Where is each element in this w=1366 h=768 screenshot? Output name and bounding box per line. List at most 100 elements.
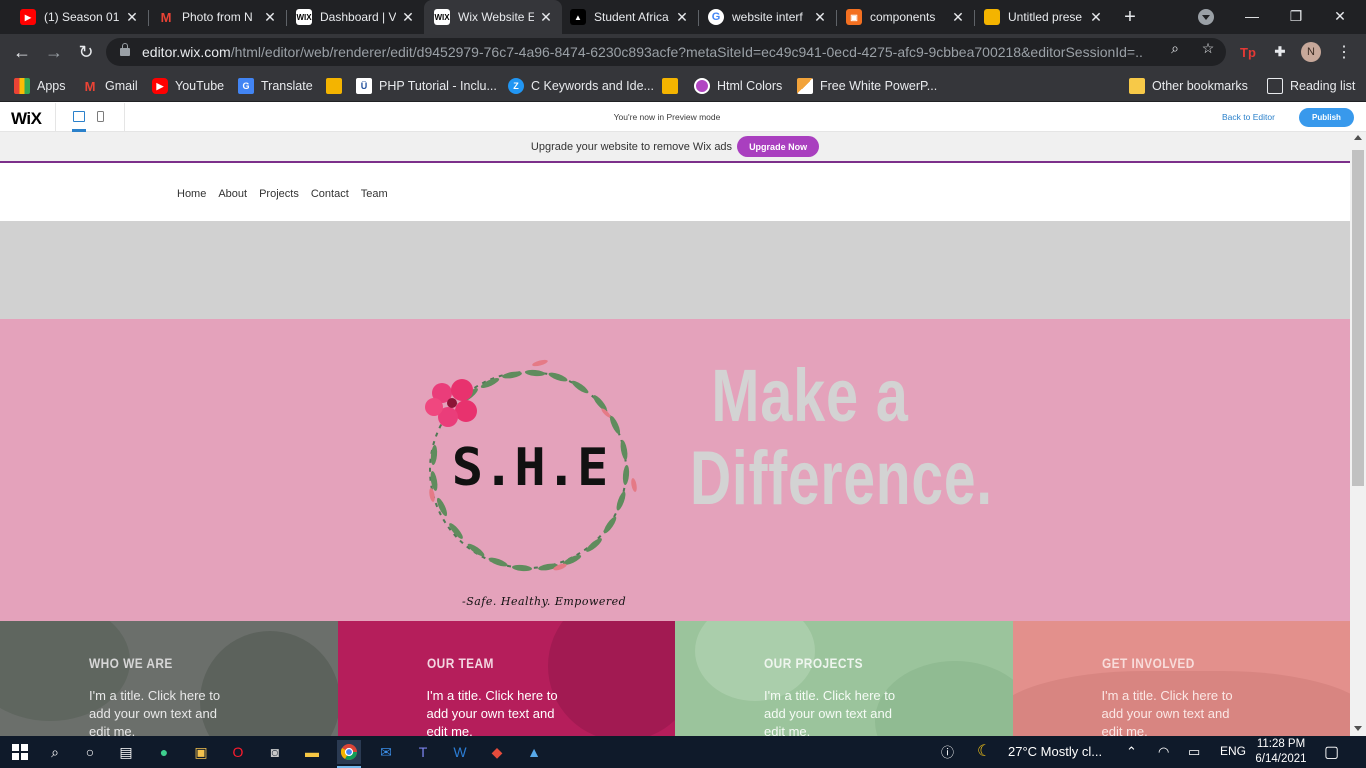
address-bar[interactable]: editor.wix.com/html/editor/web/renderer/… [106,38,1226,66]
photos-icon[interactable]: ▲ [522,740,546,764]
bookmark-label: Gmail [105,79,138,93]
browser-tab[interactable]: Untitled prese ✕ [964,0,1112,34]
scroll-thumb[interactable] [1352,150,1364,486]
page-scrollbar[interactable] [1350,132,1366,736]
windows-start-icon[interactable] [8,740,32,764]
forward-arrow-icon[interactable]: → [42,40,66,64]
chrome-menu-icon[interactable]: ⋮ [1336,42,1352,62]
browser-toolbar: ← → ↻ editor.wix.com/html/editor/web/ren… [0,34,1366,70]
reading-list[interactable]: Reading list [1267,76,1355,96]
browser-tab[interactable]: WIX Dashboard | V ✕ [276,0,424,34]
help-icon[interactable]: ⓘ [941,742,954,761]
bookmark-php-tutorial[interactable]: Ü PHP Tutorial - Inclu... [356,76,497,96]
star-icon[interactable]: ☆ [1200,40,1216,56]
task-view-icon[interactable]: ▤ [114,740,138,764]
bookmark-c-keywords[interactable]: Z C Keywords and Ide... [508,76,654,96]
url-text[interactable]: editor.wix.com/html/editor/web/renderer/… [142,44,1142,60]
headline-line-2: Difference. [690,436,993,521]
back-arrow-icon[interactable]: ← [10,40,34,64]
mail-icon[interactable]: ✉ [374,740,398,764]
she-wreath-logo: S.H.E [425,359,637,572]
nav-team[interactable]: Team [361,188,388,200]
close-icon[interactable]: ✕ [1088,9,1104,25]
bookmark-gmail[interactable]: M Gmail [82,76,138,96]
app-icon[interactable]: ◆ [485,740,509,764]
nav-projects[interactable]: Projects [259,188,299,200]
folder-icon [1129,78,1145,94]
search-icon[interactable]: ⌕ [43,740,67,764]
minimize-icon[interactable]: — [1230,0,1274,32]
teams-icon[interactable]: T [411,740,435,764]
mobile-view-icon[interactable] [97,111,104,122]
bookmark-classroom[interactable] [326,76,349,96]
word-icon[interactable]: W [448,740,472,764]
extensions-puzzle-icon[interactable]: ✚ [1270,42,1290,62]
weather-moon-icon[interactable]: ☾ [977,741,991,761]
apps-grid-icon [14,78,30,94]
wix-icon: WIX [296,9,312,25]
extension-tp-icon[interactable]: Tp [1238,42,1258,62]
browser-tab[interactable]: ▶ (1) Season 01 ✕ [0,0,148,34]
language-indicator[interactable]: ENG [1220,744,1246,758]
nav-about[interactable]: About [218,188,247,200]
desktop-view-icon[interactable] [73,111,85,122]
cortana-icon[interactable]: ○ [78,740,102,764]
reload-icon[interactable]: ↻ [74,40,98,64]
bookmark-powerpoint[interactable]: Free White PowerP... [797,76,937,96]
bookmark-html-colors[interactable]: Html Colors [694,76,782,96]
html-colors-icon [694,78,710,94]
tab-title: Untitled prese [1008,10,1083,24]
tray-chevron-icon[interactable]: ⌃ [1126,744,1137,760]
wifi-icon[interactable]: ◠ [1158,744,1169,760]
tab-title: components [870,10,936,24]
bookmark-translate[interactable]: G Translate [238,76,313,96]
camera-icon[interactable]: ◙ [263,740,287,764]
file-explorer-icon[interactable]: ▬ [300,740,324,764]
other-bookmarks[interactable]: Other bookmarks [1129,76,1248,96]
window-close-icon[interactable]: ✕ [1318,0,1362,32]
nav-contact[interactable]: Contact [311,188,349,200]
card-our-team[interactable]: OUR TEAM I'm a title. Click here to add … [337,621,675,736]
edge-icon[interactable]: ● [152,740,176,764]
publish-button[interactable]: Publish [1299,108,1354,127]
bookmark-apps[interactable]: Apps [14,76,66,96]
browser-tab[interactable]: G website interf ✕ [688,0,836,34]
c-keywords-icon: Z [508,78,524,94]
browser-tab[interactable]: ▲ Student Africa ✕ [550,0,698,34]
bookmark-label: Apps [37,79,66,93]
zoom-search-icon[interactable]: ⌕ [1167,40,1183,56]
store-icon[interactable]: ▣ [189,740,213,764]
browser-tab[interactable]: ▣ components ✕ [826,0,974,34]
browser-tab[interactable]: M Photo from N ✕ [138,0,286,34]
reading-list-label: Reading list [1290,79,1356,93]
scroll-up-arrow-icon[interactable] [1354,135,1362,140]
lock-icon [120,43,130,56]
upgrade-now-button[interactable]: Upgrade Now [737,136,820,157]
youtube-icon: ▶ [20,9,36,25]
browser-tab-active[interactable]: WIX Wix Website E ✕ [424,0,562,34]
tab-search-icon[interactable] [1198,9,1214,25]
bookmark-label: C Keywords and Ide... [531,79,654,93]
student-icon: ▲ [570,9,586,25]
back-to-editor-link[interactable]: Back to Editor [1222,112,1275,122]
close-icon[interactable]: ✕ [400,9,416,25]
weather-text[interactable]: 27°C Mostly cl... [1008,744,1102,759]
card-get-involved[interactable]: GET INVOLVED I'm a title. Click here to … [1012,621,1350,736]
profile-avatar[interactable]: N [1301,42,1321,62]
bookmark-youtube[interactable]: ▶ YouTube [152,76,224,96]
card-who-we-are[interactable]: WHO WE ARE I'm a title. Click here to ad… [0,621,338,736]
bookmark-classroom-2[interactable] [662,76,685,96]
restore-icon[interactable]: ❐ [1274,0,1318,32]
tutorial-icon: Ü [356,78,372,94]
scroll-down-arrow-icon[interactable] [1354,726,1362,731]
card-our-projects[interactable]: OUR PROJECTS I'm a title. Click here to … [675,621,1013,736]
notifications-icon[interactable]: ▢ [1324,742,1339,762]
card-body: I'm a title. Click here to add your own … [426,688,558,736]
new-tab-button[interactable]: + [1120,6,1140,28]
url-host: editor.wix.com [142,44,231,60]
taskbar-clock[interactable]: 11:28 PM 6/14/2021 [1252,737,1310,767]
chrome-icon[interactable] [337,740,361,764]
opera-icon[interactable]: O [226,740,250,764]
nav-home[interactable]: Home [177,188,206,200]
battery-icon[interactable]: ▭ [1188,744,1200,760]
